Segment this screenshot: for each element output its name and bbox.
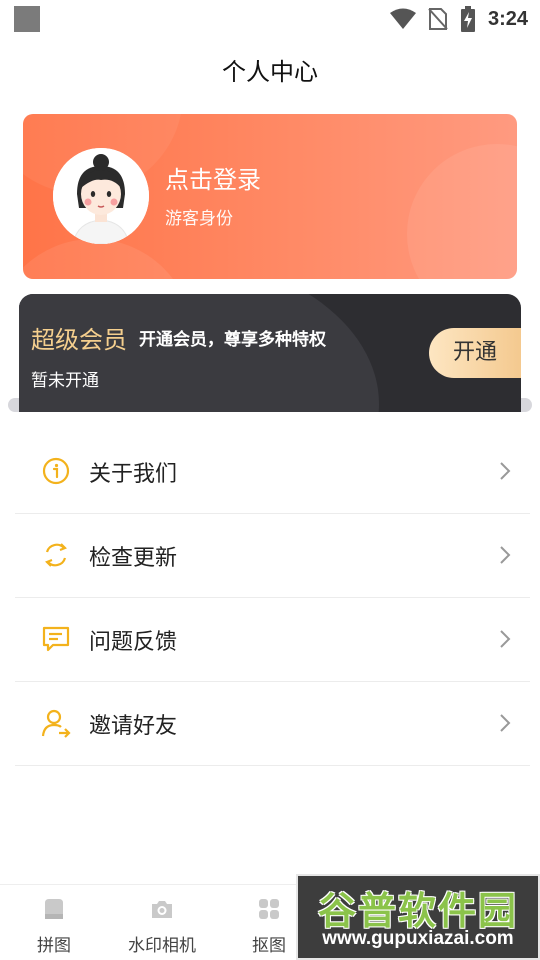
camera-icon bbox=[152, 901, 172, 918]
menu-item-feedback[interactable]: 问题反馈 bbox=[15, 598, 530, 682]
clock: 3:24 bbox=[487, 7, 528, 30]
tab-label: 拼图 bbox=[37, 936, 71, 956]
status-bar: 3:24 bbox=[0, 0, 540, 38]
wifi-icon bbox=[389, 8, 416, 29]
watermark-title: 谷普软件园 bbox=[317, 889, 518, 933]
status-icons: 3:24 bbox=[389, 5, 528, 33]
menu-list: 关于我们 检查更新 问题反馈 邀请好友 bbox=[15, 430, 530, 766]
feedback-icon bbox=[42, 626, 70, 652]
chevron-right-icon bbox=[500, 546, 511, 564]
notification-icon bbox=[14, 6, 40, 32]
menu-label: 问题反馈 bbox=[89, 630, 178, 655]
guest-label: 游客身份 bbox=[165, 209, 233, 229]
watermark-url: www.gupuxiazai.com bbox=[322, 928, 514, 949]
menu-item-check-update[interactable]: 检查更新 bbox=[15, 514, 530, 598]
battery-charging-icon bbox=[460, 6, 475, 32]
vip-title: 超级会员 bbox=[31, 326, 127, 354]
page-title: 个人中心 bbox=[222, 58, 318, 86]
avatar[interactable] bbox=[53, 148, 149, 244]
chevron-right-icon bbox=[500, 462, 511, 480]
invite-user-icon bbox=[41, 709, 71, 738]
vip-description: 开通会员，尊享多种特权 bbox=[139, 330, 326, 350]
login-title[interactable]: 点击登录 bbox=[165, 160, 261, 195]
vip-card: 超级会员 开通会员，尊享多种特权 暂未开通 开通 bbox=[19, 294, 521, 412]
menu-label: 邀请好友 bbox=[89, 714, 178, 739]
login-card[interactable]: 点击登录 游客身份 bbox=[23, 114, 517, 279]
menu-item-about[interactable]: 关于我们 bbox=[15, 430, 530, 514]
open-vip-button[interactable]: 开通 bbox=[429, 328, 521, 378]
tab-collage[interactable]: 拼图 bbox=[9, 885, 99, 960]
chevron-right-icon bbox=[500, 630, 511, 648]
menu-item-invite[interactable]: 邀请好友 bbox=[15, 682, 530, 766]
info-icon bbox=[42, 457, 70, 485]
default-avatar-icon bbox=[53, 148, 149, 244]
menu-label: 关于我们 bbox=[89, 462, 178, 487]
grid-icon bbox=[259, 899, 279, 919]
chevron-right-icon bbox=[500, 714, 511, 732]
no-sim-icon bbox=[428, 8, 448, 30]
tab-label: 水印相机 bbox=[128, 936, 196, 956]
site-watermark: 谷普软件园 www.gupuxiazai.com bbox=[296, 874, 540, 960]
menu-label: 检查更新 bbox=[89, 546, 178, 571]
vip-status: 暂未开通 bbox=[31, 371, 99, 391]
collage-icon bbox=[45, 899, 63, 919]
refresh-icon bbox=[45, 543, 67, 567]
tab-watermark-camera[interactable]: 水印相机 bbox=[117, 885, 207, 960]
